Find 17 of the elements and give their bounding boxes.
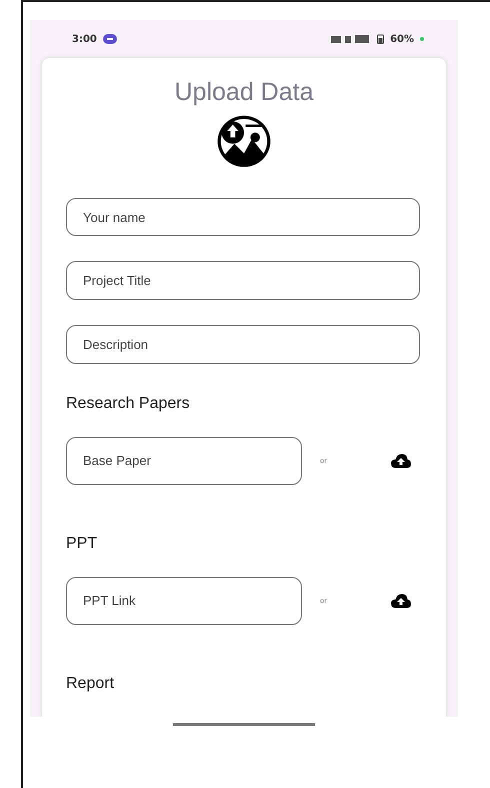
section-heading: Report [66,674,114,693]
notification-icon [102,34,117,44]
battery-icon [377,34,384,44]
cloud-upload-icon[interactable] [391,594,412,608]
link-field[interactable]: PPT Link [66,576,302,625]
text-field[interactable]: Project Title [66,261,420,300]
charging-dot-icon [420,37,424,41]
cloud-upload-icon[interactable] [391,454,412,468]
text-field[interactable]: Your name [66,198,420,236]
section-heading: PPT [66,534,98,553]
text-field[interactable]: Description [66,325,420,364]
page-title: Upload Data [174,78,314,107]
signal-icon [331,34,372,44]
section-heading: Research Papers [66,394,190,413]
battery-level: 60% [390,34,414,44]
link-field[interactable]: Base Paper [66,436,302,485]
status-time: 3:00 [72,34,97,44]
